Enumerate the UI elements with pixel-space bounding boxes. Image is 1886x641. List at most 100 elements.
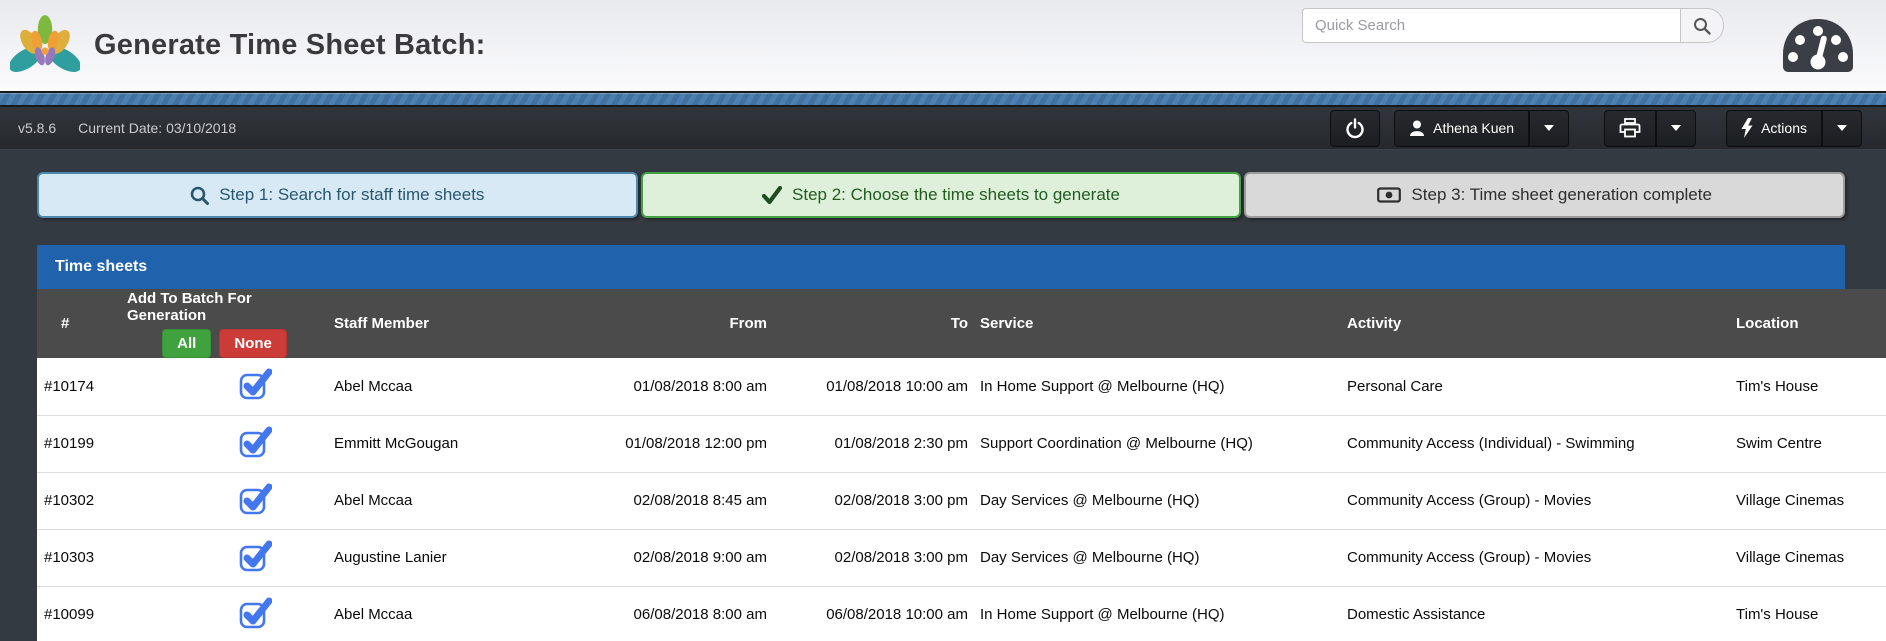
batch-checkbox[interactable] [238,425,272,459]
col-header-location: Location [1730,289,1886,358]
activity: Community Access (Group) - Movies [1341,471,1730,529]
dashboard-gauge-icon[interactable] [1780,18,1856,74]
col-header-activity: Activity [1341,289,1730,358]
table-row: #10302 Abel Mccaa 02/08/2018 8:45 am 02/… [37,471,1886,529]
step-3-button[interactable]: Step 3: Time sheet generation complete [1244,172,1846,218]
batch-checkbox-cell [121,471,328,529]
wizard-steps: Step 1: Search for staff time sheets Ste… [37,172,1846,218]
from-datetime: 01/08/2018 12:00 pm [470,414,775,472]
app-logo-lotus[interactable] [10,14,80,78]
to-datetime: 01/08/2018 2:30 pm [775,414,974,472]
staff-member: Emmitt McGougan [328,414,470,472]
power-icon [1346,118,1364,139]
timesheets-table: # Add To Batch For Generation All None S… [37,289,1886,641]
page-title: Generate Time Sheet Batch: [94,29,486,61]
from-datetime: 02/08/2018 9:00 am [470,528,775,586]
table-row: #10199 Emmitt McGougan 01/08/2018 12:00 … [37,414,1886,472]
decorative-stripe-bar [0,91,1886,107]
col-header-batch: Add To Batch For Generation All None [121,289,328,358]
quick-search [1302,8,1724,43]
step-2-button[interactable]: Step 2: Choose the time sheets to genera… [640,172,1242,218]
panel-title: Time sheets [55,258,148,275]
table-row: #10099 Abel Mccaa 06/08/2018 8:00 am 06/… [37,585,1886,641]
staff-member: Augustine Lanier [328,528,470,586]
staff-member: Abel Mccaa [328,471,470,529]
caret-down-icon [1671,125,1682,131]
col-header-service: Service [974,289,1341,358]
batch-checkbox-cell [121,585,328,641]
activity: Personal Care [1341,358,1730,415]
search-icon [190,186,210,205]
timesheet-id: #10199 [37,414,121,472]
batch-checkbox-cell [121,414,328,472]
checkbox-checked-icon [239,368,272,400]
timesheet-id: #10174 [37,358,121,415]
checkbox-checked-icon [239,426,272,457]
batch-checkbox-cell [121,528,328,586]
timesheets-panel-header: Time sheets [37,245,1845,289]
select-none-button[interactable]: None [219,328,287,358]
actions-caret-button[interactable] [1822,109,1862,147]
checkbox-checked-icon [239,483,272,514]
location: Village Cinemas [1730,471,1886,529]
service: Support Coordination @ Melbourne (HQ) [974,414,1341,472]
user-icon [1409,120,1425,137]
col-header-staff: Staff Member [328,289,470,358]
col-header-from: From [470,289,775,358]
to-datetime: 02/08/2018 3:00 pm [775,528,974,586]
timesheet-table-body: #10174 Abel Mccaa 01/08/2018 8:00 am 01/… [37,358,1886,641]
app-version: v5.8.6 [18,120,57,136]
step-1-button[interactable]: Step 1: Search for staff time sheets [37,172,638,218]
service: In Home Support @ Melbourne (HQ) [974,585,1341,641]
step-3-label: Step 3: Time sheet generation complete [1411,185,1712,204]
from-datetime: 06/08/2018 8:00 am [470,585,775,641]
caret-down-icon [1544,125,1555,131]
caret-down-icon [1837,125,1847,131]
to-datetime: 02/08/2018 3:00 pm [775,471,974,529]
logout-power-button[interactable] [1330,109,1381,147]
staff-member: Abel Mccaa [328,358,470,415]
check-icon [761,185,783,205]
table-header-row: # Add To Batch For Generation All None S… [37,289,1886,358]
actions-button[interactable]: Actions [1726,109,1822,147]
timesheet-id: #10302 [37,471,121,529]
activity: Community Access (Group) - Movies [1341,528,1730,586]
from-datetime: 01/08/2018 8:00 am [470,358,775,415]
checkbox-checked-icon [239,597,272,629]
to-datetime: 06/08/2018 10:00 am [775,585,974,641]
print-caret-button[interactable] [1656,109,1697,147]
select-all-button[interactable]: All [162,328,212,358]
batch-checkbox[interactable] [238,539,272,573]
timesheet-id: #10099 [37,585,121,641]
current-date: Current Date: 03/10/2018 [78,120,237,136]
search-icon [1694,17,1711,35]
col-header-to: To [775,289,974,358]
col-header-id: # [37,289,121,358]
batch-checkbox[interactable] [238,596,272,630]
location: Village Cinemas [1730,528,1886,586]
from-datetime: 02/08/2018 8:45 am [470,471,775,529]
printer-icon [1619,118,1641,138]
user-name: Athena Kuen [1433,120,1515,136]
lightning-bolt-icon [1741,118,1753,138]
step-1-label: Step 1: Search for staff time sheets [219,185,485,204]
search-input[interactable] [1302,8,1680,43]
print-button[interactable] [1604,109,1657,147]
batch-checkbox[interactable] [238,482,272,516]
location: Tim's House [1730,358,1886,415]
step-2-label: Step 2: Choose the time sheets to genera… [792,185,1120,204]
service: Day Services @ Melbourne (HQ) [974,471,1341,529]
user-menu-button[interactable]: Athena Kuen [1394,109,1530,147]
batch-checkbox[interactable] [238,367,272,401]
to-datetime: 01/08/2018 10:00 am [775,358,974,415]
actions-label: Actions [1761,120,1807,136]
timesheet-id: #10303 [37,528,121,586]
status-nav-bar: v5.8.6 Current Date: 03/10/2018 Athena K… [0,107,1886,150]
activity: Domestic Assistance [1341,585,1730,641]
batch-checkbox-cell [121,358,328,415]
user-menu-caret-button[interactable] [1529,109,1570,147]
banknote-icon [1377,187,1402,203]
staff-member: Abel Mccaa [328,585,470,641]
search-button[interactable] [1680,8,1724,43]
activity: Community Access (Individual) - Swimming [1341,414,1730,472]
